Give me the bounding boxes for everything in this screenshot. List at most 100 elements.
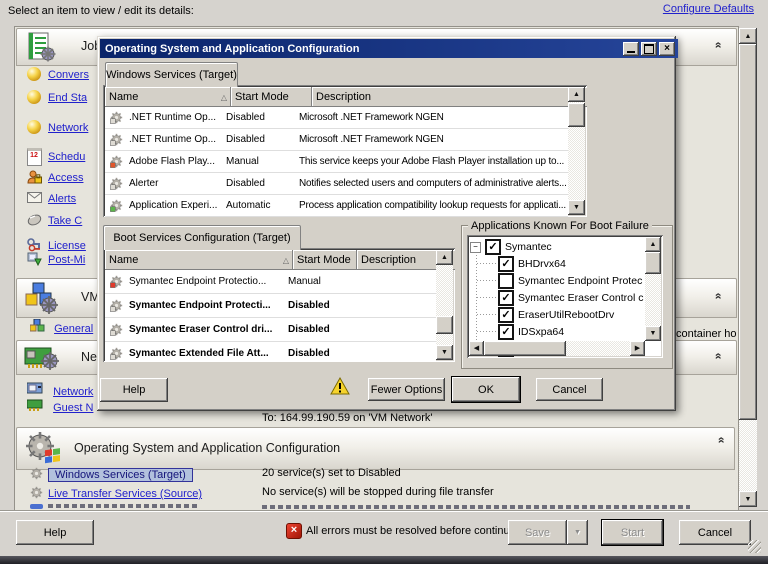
tab-windows-services[interactable]: Windows Services (Target) — [105, 62, 238, 87]
scroll-left-button[interactable]: ◀ — [469, 341, 484, 356]
tree-horizontal-scrollbar[interactable]: ◀▶ — [469, 341, 645, 356]
main-scrollbar-thumb[interactable] — [739, 44, 757, 420]
column-header-name[interactable]: Name△ — [105, 87, 231, 107]
sidebar-link[interactable]: Network — [48, 122, 88, 134]
tree-item[interactable]: ✓IDSxpa64 — [498, 324, 564, 340]
tree-item-root[interactable]: −✓Symantec — [470, 239, 552, 255]
sidebar-item[interactable]: End Sta — [26, 90, 87, 107]
checkbox-checked[interactable]: ✓ — [498, 256, 514, 272]
sidebar-link[interactable]: Take C — [48, 215, 82, 227]
ok-button[interactable]: OK — [452, 377, 520, 402]
general-link[interactable]: General — [54, 323, 93, 335]
scroll-up-button[interactable]: ▲ — [645, 237, 661, 252]
collapse-network-section-icon[interactable]: » — [711, 353, 723, 360]
column-header-start-mode[interactable]: Start Mode — [231, 87, 312, 107]
checkbox-checked[interactable]: ✓ — [498, 290, 514, 306]
column-header-name[interactable]: Name△ — [105, 250, 293, 270]
sidebar-link[interactable]: Post-Mi — [48, 254, 85, 266]
sidebar-item[interactable]: Post-Mi — [26, 252, 85, 269]
save-button[interactable]: Save — [508, 520, 567, 545]
table-scrollbar[interactable]: ▲▼ — [436, 250, 453, 360]
table-row[interactable]: Symantec Extended File Att...Disabled — [105, 342, 436, 362]
guest-network-link[interactable]: Guest N — [53, 402, 93, 414]
tree-item[interactable]: ✓Symantec Eraser Control c — [498, 290, 643, 306]
scroll-right-button[interactable]: ▶ — [630, 341, 645, 356]
tree-item[interactable]: ✓BHDrvx64 — [498, 256, 566, 272]
sidebar-link[interactable]: Schedu — [48, 151, 85, 163]
tab-boot-services-label: Boot Services Configuration (Target) — [113, 232, 290, 244]
sidebar-link[interactable]: Convers — [48, 69, 89, 81]
sidebar-item[interactable]: Alerts — [26, 192, 76, 206]
fewer-options-button[interactable]: Fewer Options — [368, 378, 445, 401]
save-dropdown-button[interactable]: ▼ — [567, 520, 588, 545]
table-row[interactable]: Symantec Endpoint Protectio...Manual — [105, 270, 436, 294]
table-scrollbar[interactable]: ▲▼ — [568, 87, 585, 215]
sidebar-item[interactable]: 12Schedu — [26, 148, 85, 166]
scroll-up-button[interactable]: ▲ — [739, 28, 757, 44]
tree-item[interactable]: Symantec Endpoint Protec — [498, 273, 642, 289]
checkbox-checked[interactable]: ✓ — [498, 324, 514, 340]
os-config-item[interactable]: Live Transfer Services (Source) — [30, 486, 202, 502]
table-row[interactable]: Application Experi...AutomaticProcess ap… — [105, 195, 568, 217]
scroll-up-button[interactable]: ▲ — [436, 250, 453, 265]
network-adapter-link[interactable]: Network — [53, 386, 93, 398]
guest-network-item[interactable]: Guest N — [27, 399, 93, 414]
tab-boot-services[interactable]: Boot Services Configuration (Target) — [103, 225, 301, 250]
checkbox-checked[interactable]: ✓ — [498, 307, 514, 323]
sidebar-item[interactable]: Access — [26, 170, 83, 187]
scroll-down-button[interactable]: ▼ — [436, 345, 453, 360]
scrollbar-thumb[interactable] — [568, 103, 585, 127]
sidebar-item[interactable]: Network — [26, 120, 88, 137]
sidebar-link[interactable]: License — [48, 240, 86, 252]
table-row[interactable]: AlerterDisabledNotifies selected users a… — [105, 173, 568, 195]
tree-collapse-toggle[interactable]: − — [470, 242, 481, 253]
scrollbar-thumb[interactable] — [645, 252, 661, 274]
sidebar-link[interactable]: Alerts — [48, 193, 76, 205]
table-row[interactable]: .NET Runtime Op...DisabledMicrosoft .NET… — [105, 129, 568, 151]
os-config-section-header[interactable]: Operating System and Application Configu… — [16, 427, 735, 470]
table-row[interactable]: Adobe Flash Play...ManualThis service ke… — [105, 151, 568, 173]
column-header-start-mode[interactable]: Start Mode — [293, 250, 357, 270]
tree-item[interactable]: ✓EraserUtilRebootDrv — [498, 307, 614, 323]
scroll-up-button[interactable]: ▲ — [568, 87, 585, 102]
resize-grip[interactable] — [748, 540, 761, 553]
service-gear-icon — [110, 155, 123, 168]
os-item-label-selected[interactable]: Windows Services (Target) — [48, 468, 193, 482]
collapse-job-section-icon[interactable]: » — [711, 42, 723, 49]
column-header-description[interactable]: Description — [312, 87, 587, 107]
cell-start-mode: Disabled — [285, 348, 341, 359]
cancel-button[interactable]: Cancel — [679, 520, 751, 545]
sidebar-item[interactable]: Take C — [26, 214, 82, 229]
dialog-help-button[interactable]: Help — [100, 378, 168, 402]
collapse-vmware-section-icon[interactable]: » — [711, 293, 723, 300]
scroll-down-button[interactable]: ▼ — [739, 491, 757, 507]
close-button[interactable]: × — [659, 42, 675, 56]
start-button[interactable]: Start — [602, 520, 663, 545]
scroll-down-button[interactable]: ▼ — [645, 326, 661, 341]
checkbox-unchecked[interactable] — [498, 273, 514, 289]
description-value: Notifies selected users and computers of… — [299, 178, 567, 189]
table-row[interactable]: Symantec Endpoint Protecti...Disabled — [105, 294, 436, 318]
help-button[interactable]: Help — [16, 520, 94, 545]
sidebar-link[interactable]: Access — [48, 172, 83, 184]
sidebar-item[interactable]: Convers — [26, 67, 89, 84]
dialog-titlebar[interactable]: Operating System and Application Configu… — [100, 39, 678, 58]
scroll-down-button[interactable]: ▼ — [568, 200, 585, 215]
scrollbar-thumb[interactable] — [484, 341, 566, 356]
os-config-item[interactable]: Windows Services (Target) — [30, 467, 193, 483]
scrollbar-thumb[interactable] — [436, 316, 453, 334]
sidebar-link[interactable]: End Sta — [48, 92, 87, 104]
configure-defaults-link[interactable]: Configure Defaults — [663, 3, 754, 15]
tree-vertical-scrollbar[interactable]: ▲▼ — [645, 237, 661, 341]
minimize-button[interactable] — [623, 42, 639, 56]
general-item[interactable]: General — [30, 319, 93, 335]
network-adapter-item[interactable]: Network — [27, 382, 93, 398]
os-item-link[interactable]: Live Transfer Services (Source) — [48, 488, 202, 500]
dialog-cancel-button[interactable]: Cancel — [536, 378, 603, 401]
maximize-button[interactable] — [641, 42, 657, 56]
table-row[interactable]: .NET Runtime Op...DisabledMicrosoft .NET… — [105, 107, 568, 129]
main-scrollbar[interactable]: ▲ ▼ — [739, 28, 757, 507]
collapse-os-section-icon[interactable]: » — [714, 437, 726, 444]
table-row[interactable]: Symantec Eraser Control dri...Disabled — [105, 318, 436, 342]
checkbox-checked[interactable]: ✓ — [485, 239, 501, 255]
